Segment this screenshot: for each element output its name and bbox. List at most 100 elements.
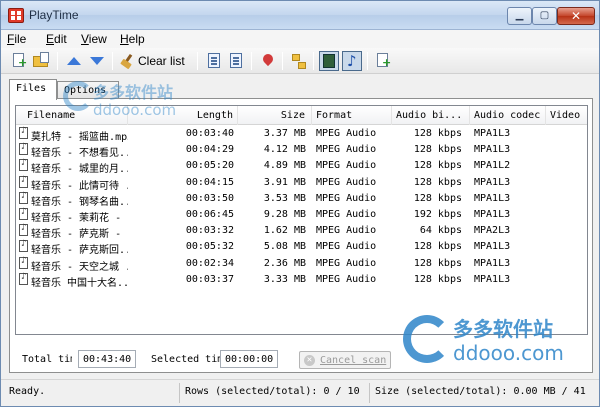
export-button[interactable] <box>204 51 224 71</box>
cell-length: 00:03:50 <box>185 192 234 204</box>
cell-audio-codec: MPA1L3 <box>474 273 511 285</box>
document-icon <box>377 53 391 68</box>
clear-list-button[interactable]: Clear list <box>119 51 191 71</box>
column-video[interactable]: Video <box>546 106 587 125</box>
cell-format: MPEG Audio <box>316 160 377 172</box>
cell-size: 3.91 MB <box>263 176 306 188</box>
cell-audio-bitrate: 128 kbps <box>413 160 462 172</box>
cell-size: 1.62 MB <box>263 225 306 237</box>
column-audio-codec[interactable]: Audio codec <box>470 106 546 125</box>
maximize-button[interactable]: ▢ <box>532 7 557 25</box>
cell-format: MPEG Audio <box>316 128 377 139</box>
menu-edit[interactable]: Edit <box>46 32 67 46</box>
cell-filename: 轻音乐 - 此情可待 ... <box>31 180 128 192</box>
cell-audio-bitrate: 128 kbps <box>413 192 462 204</box>
cell-size: 3.37 MB <box>263 128 306 139</box>
cell-format: MPEG Audio <box>316 208 377 220</box>
cell-audio-codec: MPA1L3 <box>474 241 511 253</box>
cell-audio-codec: MPA2L3 <box>474 225 511 237</box>
table-row[interactable]: 轻音乐 - 萨克斯 - ... 00:03:32 1.62 MB MPEG Audio… <box>16 223 587 241</box>
column-size[interactable]: Size <box>238 106 312 125</box>
table-row[interactable]: 轻音乐 - 此情可待 ... 00:04:15 3.91 MB MPEG Audio 1… <box>16 175 587 192</box>
grid-view-button[interactable] <box>319 51 339 71</box>
table-row[interactable]: 轻音乐 - 钢琴名曲... 00:03:50 3.53 MB MPEG Audio 12… <box>16 191 587 208</box>
window-title: PlayTime <box>29 8 79 22</box>
cell-length: 00:03:37 <box>185 273 234 285</box>
cell-filename: 轻音乐 - 萨克斯 - ... <box>31 229 128 241</box>
status-size: Size (selected/total): 0.00 MB / 41 <box>375 386 586 397</box>
close-button[interactable]: ✕ <box>557 7 595 25</box>
cell-length: 00:04:15 <box>185 176 234 188</box>
move-down-button[interactable] <box>87 51 107 71</box>
cell-audio-codec: MPA1L3 <box>474 144 511 156</box>
import-button[interactable] <box>226 51 246 71</box>
add-folder-button[interactable] <box>31 51 51 71</box>
table-row[interactable]: 轻音乐 - 城里的月... 00:05:20 4.89 MB MPEG Audio 12… <box>16 158 587 176</box>
cell-length: 00:06:45 <box>185 208 234 220</box>
app-icon <box>8 8 24 23</box>
table-row[interactable]: 轻音乐 - 茉莉花 - ... 00:06:45 9.28 MB MPEG Audio… <box>16 207 587 224</box>
tab-bar: Files Options <box>9 79 593 100</box>
table-row[interactable]: 轻音乐 - 萨克斯回... 00:05:32 5.08 MB MPEG Audio 12… <box>16 239 587 257</box>
cell-size: 3.53 MB <box>263 192 306 204</box>
status-separator <box>369 383 370 403</box>
title-bar[interactable]: PlayTime ▁ ▢ ✕ <box>1 1 599 30</box>
table-row[interactable]: 轻音乐 - 不想看见... 00:04:29 4.12 MB MPEG Audio 12… <box>16 142 587 160</box>
add-file-icon <box>13 53 27 68</box>
cell-size: 3.33 MB <box>263 273 306 285</box>
toolbar-separator <box>197 52 198 70</box>
move-down-icon <box>90 57 104 65</box>
cell-size: 4.89 MB <box>263 160 306 172</box>
column-length[interactable]: Length <box>128 106 238 125</box>
cell-filename: 轻音乐 - 不想看见... <box>31 148 128 160</box>
tab-files[interactable]: Files <box>9 79 57 100</box>
move-up-icon <box>67 57 81 65</box>
clear-list-label: Clear list <box>138 54 185 68</box>
minimize-button[interactable]: ▁ <box>507 7 532 25</box>
add-file-button[interactable] <box>9 51 29 71</box>
table-row[interactable]: 莫扎特 - 摇篮曲.mp3 00:03:40 3.37 MB MPEG Audio 12… <box>16 126 587 143</box>
cell-audio-bitrate: 128 kbps <box>413 144 462 156</box>
music-note-icon <box>347 52 357 70</box>
status-ready: Ready. <box>9 386 46 397</box>
table-row[interactable]: 轻音乐 - 天空之城 ... 00:02:34 2.36 MB MPEG Audio 1… <box>16 256 587 273</box>
cell-audio-codec: MPA1L3 <box>474 257 511 269</box>
column-audio-bitrate[interactable]: Audio bi... <box>392 106 470 125</box>
files-panel: Filename Length Size Format Audio bi... … <box>9 98 593 373</box>
cell-audio-codec: MPA1L3 <box>474 192 511 204</box>
toolbar-separator <box>251 52 252 70</box>
status-bar: Ready. Rows (selected/total): 0 / 10 Siz… <box>1 379 599 406</box>
cell-filename: 轻音乐 - 萨克斯回... <box>31 245 128 257</box>
add-folder-icon <box>33 52 49 67</box>
cell-format: MPEG Audio <box>316 144 377 156</box>
cell-format: MPEG Audio <box>316 176 377 188</box>
cell-format: MPEG Audio <box>316 192 377 204</box>
cancel-scan-button[interactable]: ✕ Cancel scan <box>299 351 391 369</box>
column-filename[interactable]: Filename <box>16 106 128 125</box>
file-list[interactable]: Filename Length Size Format Audio bi... … <box>15 105 588 335</box>
cell-audio-bitrate: 128 kbps <box>413 241 462 253</box>
tab-options[interactable]: Options <box>57 81 119 99</box>
cell-length: 00:05:20 <box>185 160 234 172</box>
tree-view-button[interactable] <box>289 51 309 71</box>
total-time-label: Total time <box>22 354 72 365</box>
import-icon <box>230 53 242 68</box>
menu-help[interactable]: Help <box>120 32 145 46</box>
cell-filename: 轻音乐 中国十大名... <box>31 277 128 289</box>
document-button[interactable] <box>373 51 393 71</box>
cell-filename: 轻音乐 - 城里的月... <box>31 164 128 176</box>
cell-audio-codec: MPA1L3 <box>474 208 511 220</box>
export-icon <box>208 53 220 68</box>
cell-audio-bitrate: 64 kbps <box>419 225 462 237</box>
table-row[interactable]: 轻音乐 中国十大名... 00:03:37 3.33 MB MPEG Audio 128… <box>16 272 587 289</box>
cell-filename: 轻音乐 - 钢琴名曲... <box>31 196 128 208</box>
column-format[interactable]: Format <box>312 106 392 125</box>
menu-view[interactable]: View <box>81 32 107 46</box>
music-view-button[interactable] <box>342 51 362 71</box>
move-up-button[interactable] <box>64 51 84 71</box>
cell-audio-bitrate: 192 kbps <box>413 208 462 220</box>
pin-button[interactable] <box>258 51 278 71</box>
menu-file[interactable]: File <box>7 32 26 46</box>
cell-format: MPEG Audio <box>316 225 377 237</box>
app-window: PlayTime ▁ ▢ ✕ File Edit View Help Clear… <box>0 0 600 407</box>
